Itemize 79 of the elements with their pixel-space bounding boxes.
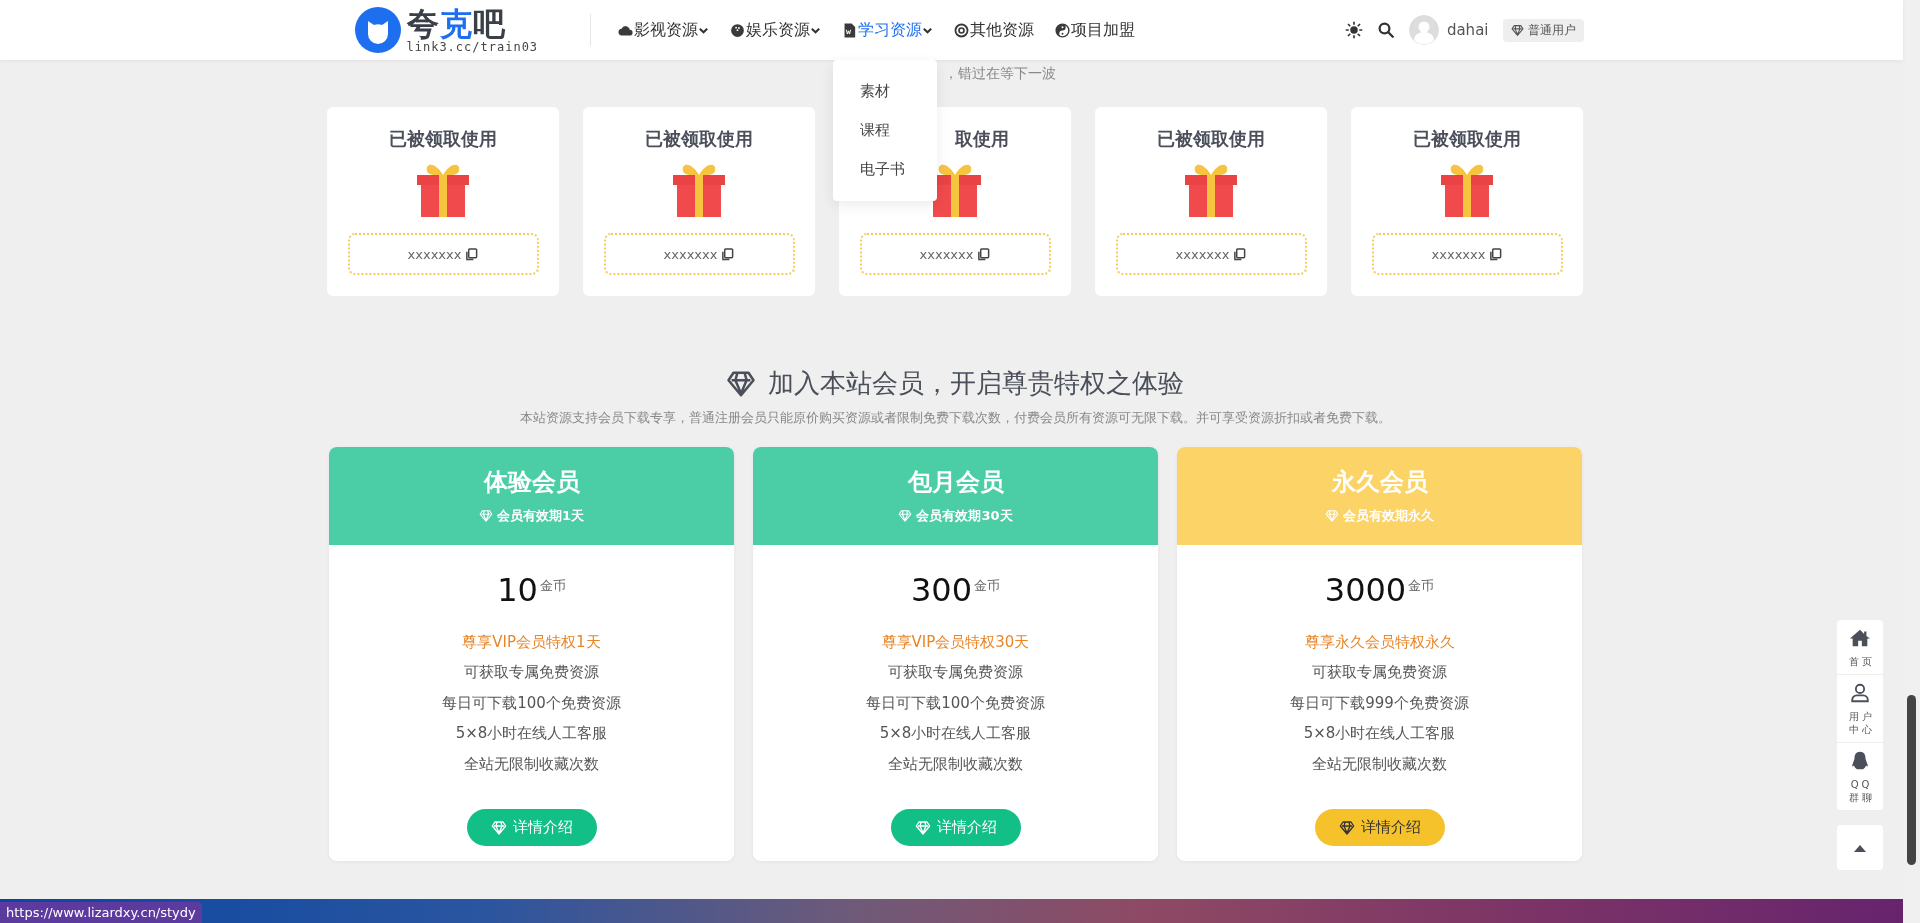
- tool-label[interactable]: 首页: [1844, 655, 1876, 668]
- plan-feature: 5×8小时在线人工客服: [879, 723, 1032, 744]
- details-button[interactable]: 详情介绍: [1314, 809, 1445, 846]
- code-field[interactable]: xxxxxxx: [347, 233, 539, 275]
- plan-price: 300: [910, 571, 973, 609]
- menu-item[interactable]: 素材: [833, 72, 938, 111]
- plan-price: 10: [497, 571, 538, 609]
- plan-validity: 会员有效期1天: [496, 507, 584, 525]
- plan-validity: 会员有效期30天: [916, 507, 1013, 525]
- plan-feature: 全站无限制收藏次数: [1312, 753, 1447, 775]
- home-icon[interactable]: [1849, 627, 1871, 649]
- price-unit: 金币: [539, 577, 566, 595]
- gift-title: 取使用: [954, 127, 1009, 151]
- username[interactable]: dahai: [1446, 21, 1489, 39]
- copy-icon: [977, 247, 991, 261]
- section-title: 加入本站会员，开启尊贵特权之体验: [768, 367, 1184, 400]
- plan-feature: 全站无限制收藏次数: [888, 753, 1023, 775]
- logo-subtitle: link3.cc/train03: [406, 40, 539, 54]
- nav-link[interactable]: 影视资源: [634, 19, 699, 41]
- nav-link[interactable]: 娱乐资源: [746, 19, 811, 41]
- scrollbar-thumb[interactable]: [1907, 695, 1916, 865]
- notice-text: ，错过在等下一波: [943, 64, 1057, 83]
- code-field[interactable]: xxxxxxx: [859, 233, 1051, 275]
- nav-link[interactable]: 其他资源: [970, 19, 1035, 41]
- diamond-icon: [490, 819, 507, 836]
- section-description: 本站资源支持会员下载专享，普通注册会员只能原价购买资源或者限制免费下载次数，付费会员所有资源可无限下载。并可享受资源折扣或者免费下载。: [518, 409, 1392, 427]
- copy-icon: [1489, 247, 1503, 261]
- gift-title: 已被领取使用: [1157, 127, 1265, 151]
- plan-feature: 5×8小时在线人工客服: [455, 723, 608, 744]
- gift-title: 已被领取使用: [645, 127, 753, 151]
- nav-link[interactable]: 学习资源: [858, 19, 923, 41]
- diamond-icon: [914, 819, 931, 836]
- plan-feature: 每日可下载100个免费资源: [442, 692, 621, 714]
- code-field[interactable]: xxxxxxx: [603, 233, 795, 275]
- plan-highlight: 尊享永久会员特权永久: [1304, 632, 1455, 653]
- penguin-icon[interactable]: [1849, 750, 1871, 772]
- copy-icon: [721, 247, 735, 261]
- menu-item[interactable]: 电子书: [833, 150, 938, 189]
- gift-title: 已被领取使用: [389, 127, 497, 151]
- tool-label[interactable]: 用户中心: [1844, 710, 1876, 736]
- price-unit: 金币: [1408, 577, 1435, 595]
- user-badge: 普通用户: [1502, 18, 1584, 42]
- plan-name: 永久会员: [1331, 467, 1428, 497]
- copy-icon: [465, 247, 479, 261]
- ball-icon: [729, 21, 747, 39]
- logo-icon[interactable]: [354, 7, 401, 53]
- plan-highlight: 尊享VIP会员特权1天: [462, 632, 601, 653]
- plan-name: 包月会员: [907, 467, 1004, 497]
- plan-feature: 5×8小时在线人工客服: [1303, 723, 1456, 744]
- diamond-icon: [478, 509, 493, 523]
- gift-title: 已被领取使用: [1413, 127, 1521, 151]
- logo-title[interactable]: 夸克吧: [406, 6, 539, 41]
- plan-feature: 全站无限制收藏次数: [464, 753, 599, 775]
- plan-price: 3000: [1324, 571, 1407, 609]
- diamond-icon: [898, 509, 913, 523]
- copy-icon: [1233, 247, 1247, 261]
- plan-feature: 每日可下载100个免费资源: [866, 692, 1045, 714]
- price-unit: 金币: [974, 577, 1001, 595]
- diamond-icon: [1510, 23, 1524, 37]
- diamond-icon: [1325, 509, 1339, 523]
- plan-feature: 可获取专属免费资源: [888, 662, 1023, 683]
- plan-highlight: 尊享VIP会员特权30天: [881, 632, 1030, 653]
- plan-feature: 每日可下载999个免费资源: [1290, 692, 1469, 714]
- target-icon: [953, 21, 971, 39]
- code-field[interactable]: xxxxxxx: [1371, 233, 1563, 275]
- diamond-icon: [1338, 819, 1355, 836]
- user-icon[interactable]: [1849, 682, 1871, 704]
- code-field[interactable]: xxxxxxx: [1115, 233, 1307, 275]
- yin-yang-icon: [1054, 21, 1072, 39]
- plan-name: 体验会员: [483, 467, 580, 497]
- search-icon[interactable]: [1376, 21, 1395, 39]
- menu-item[interactable]: 课程: [833, 111, 938, 150]
- tool-label[interactable]: QQ群聊: [1844, 778, 1876, 804]
- plan-feature: 可获取专属免费资源: [1312, 662, 1447, 683]
- plan-feature: 可获取专属免费资源: [464, 662, 599, 683]
- nav-link[interactable]: 项目加盟: [1071, 19, 1136, 41]
- sun-icon[interactable]: [1344, 21, 1363, 39]
- status-url: https://www.lizardxy.cn/stydy: [0, 902, 202, 923]
- plan-validity: 会员有效期永久: [1343, 507, 1434, 525]
